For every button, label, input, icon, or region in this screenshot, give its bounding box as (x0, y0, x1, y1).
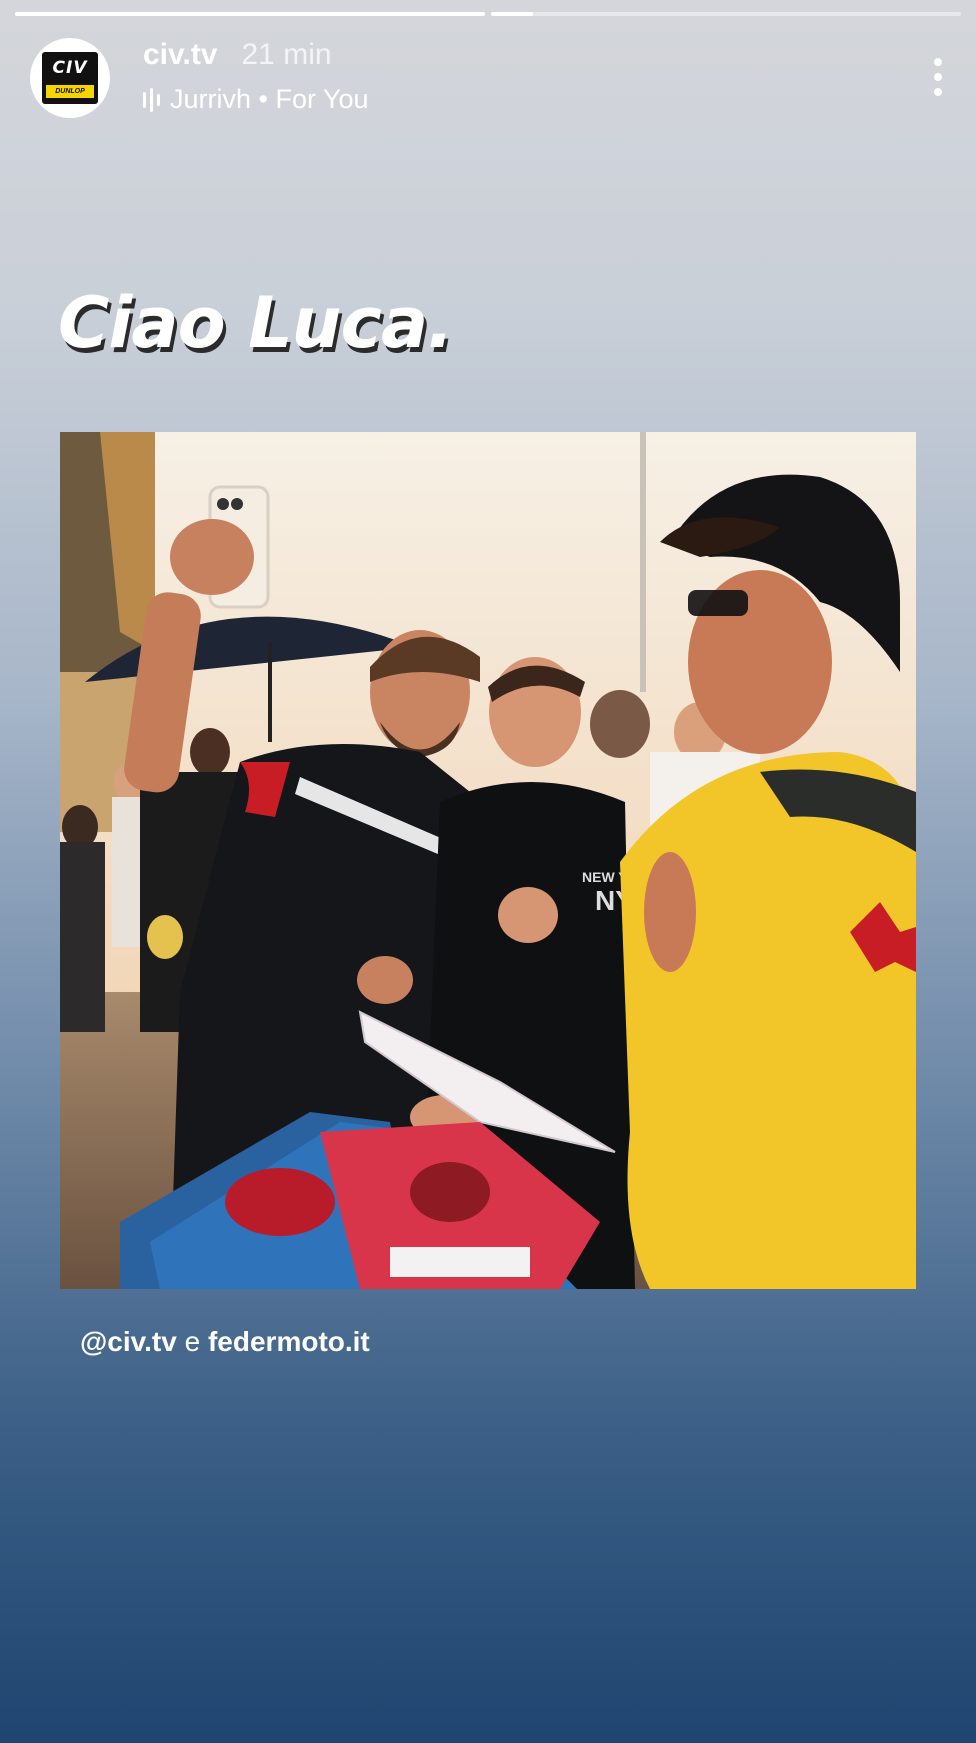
selfie-photo-illustration: NEW YORK NY (60, 432, 916, 1289)
post-time: 21 min (241, 38, 332, 71)
audio-label: Jurrivh • For You (170, 84, 369, 114)
audio-wave-icon (143, 87, 160, 112)
story-header: CIV DUNLOP civ.tv 21 min Jurrivh • For Y… (30, 38, 946, 122)
civ-logo: CIV DUNLOP (42, 52, 98, 104)
story-photo: NEW YORK NY (60, 432, 916, 1289)
username[interactable]: civ.tv (143, 38, 218, 72)
progress-segment-2 (491, 12, 961, 16)
story-meta: civ.tv 21 min Jurrivh • For You (143, 38, 369, 115)
audio-attribution[interactable]: Jurrivh • For You (143, 84, 369, 115)
story-progress (15, 12, 961, 16)
progress-segment-1 (15, 12, 485, 16)
more-vertical-icon[interactable] (932, 58, 944, 96)
avatar[interactable]: CIV DUNLOP (30, 38, 110, 118)
mention-link[interactable]: @civ.tv (80, 1326, 177, 1357)
story-headline: Ciao Luca. (58, 282, 454, 364)
caption-conjunction: e (184, 1326, 201, 1357)
story-view[interactable]: CIV DUNLOP civ.tv 21 min Jurrivh • For Y… (0, 0, 976, 1743)
photo-caption[interactable]: @civ.tv e federmoto.it (80, 1326, 370, 1358)
site-link[interactable]: federmoto.it (208, 1326, 370, 1357)
